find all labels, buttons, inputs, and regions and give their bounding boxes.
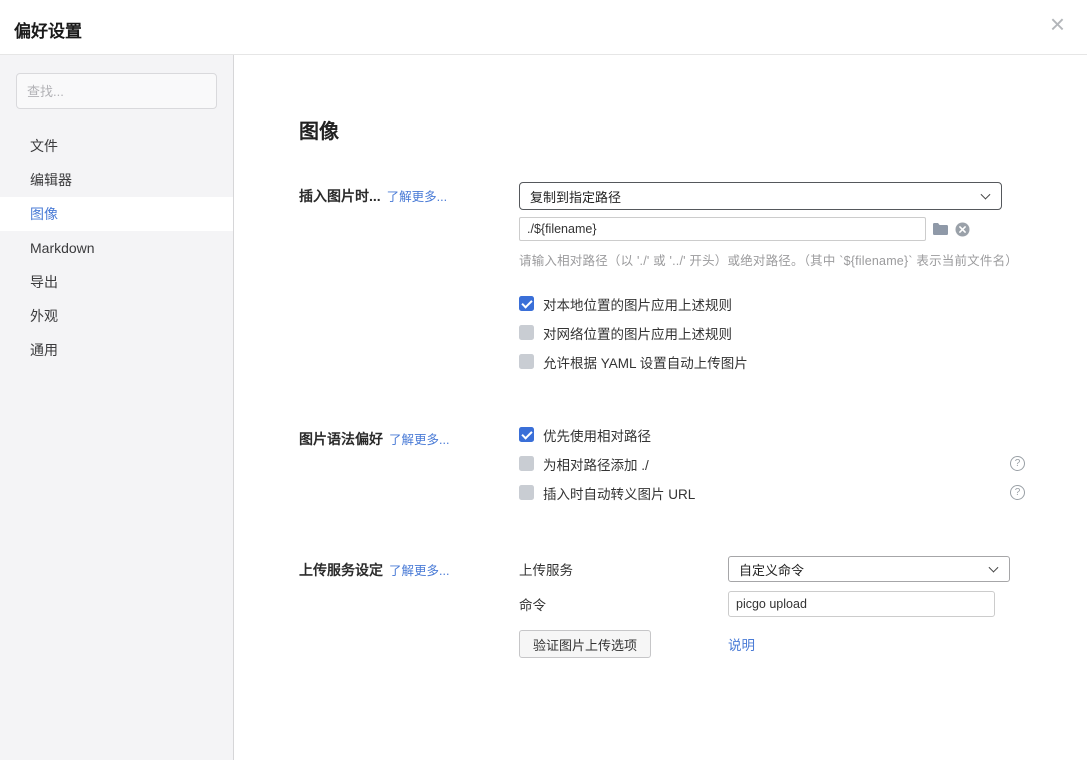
section-upload-label: 上传服务设定	[299, 560, 383, 580]
checkbox-row-apply-local[interactable]: 对本地位置的图片应用上述规则	[519, 294, 1025, 313]
command-field-label: 命令	[519, 594, 728, 614]
sidebar-item-general[interactable]: 通用	[0, 333, 233, 367]
checkbox-escape-url[interactable]	[519, 485, 534, 500]
sidebar-item-files[interactable]: 文件	[0, 129, 233, 163]
help-icon[interactable]: ?	[1010, 456, 1025, 471]
command-input[interactable]	[728, 591, 995, 617]
section-upload-service: 上传服务设定 了解更多... 上传服务 自定义命令 命令	[299, 556, 1087, 667]
learn-more-link-upload[interactable]: 了解更多...	[389, 560, 449, 579]
sidebar-item-editor[interactable]: 编辑器	[0, 163, 233, 197]
sidebar-item-markdown[interactable]: Markdown	[0, 231, 233, 265]
section-insert-label: 插入图片时...	[299, 186, 381, 206]
checkbox-row-apply-online[interactable]: 对网络位置的图片应用上述规则	[519, 323, 1025, 342]
chevron-down-icon	[981, 190, 991, 200]
checkbox-row-add-dot-slash[interactable]: 为相对路径添加 ./ ?	[519, 454, 1025, 473]
checkbox-prefer-relative[interactable]	[519, 427, 534, 442]
sidebar-item-appearance[interactable]: 外观	[0, 299, 233, 333]
dialog-header: 偏好设置 ×	[0, 0, 1087, 55]
checkbox-yaml-upload[interactable]	[519, 354, 534, 369]
checkbox-label: 对本地位置的图片应用上述规则	[543, 294, 732, 314]
chevron-down-icon	[989, 563, 999, 573]
dialog-title: 偏好设置	[14, 17, 82, 42]
insert-action-select[interactable]: 复制到指定路径	[519, 182, 1002, 210]
copy-path-input[interactable]	[519, 217, 926, 241]
section-image-syntax: 图片语法偏好 了解更多... 优先使用相对路径 为相对路径添加 ./ ? 插入时…	[299, 425, 1087, 512]
clear-path-icon[interactable]	[955, 222, 970, 237]
sidebar-item-export[interactable]: 导出	[0, 265, 233, 299]
insert-action-select-value: 复制到指定路径	[530, 187, 621, 206]
upload-service-field-label: 上传服务	[519, 559, 728, 579]
insert-checkbox-group: 对本地位置的图片应用上述规则 对网络位置的图片应用上述规则 允许根据 YAML …	[519, 294, 1025, 371]
checkbox-row-yaml-upload[interactable]: 允许根据 YAML 设置自动上传图片	[519, 352, 1025, 371]
checkbox-apply-online[interactable]	[519, 325, 534, 340]
checkbox-row-prefer-relative[interactable]: 优先使用相对路径	[519, 425, 1025, 444]
learn-more-link-insert[interactable]: 了解更多...	[387, 186, 447, 205]
section-insert-image: 插入图片时... 了解更多... 复制到指定路径	[299, 182, 1087, 381]
upload-doc-link[interactable]: 说明	[728, 634, 755, 654]
checkbox-label: 允许根据 YAML 设置自动上传图片	[543, 352, 748, 372]
section-syntax-label: 图片语法偏好	[299, 429, 383, 449]
close-icon[interactable]: ×	[1050, 11, 1065, 37]
checkbox-label: 插入时自动转义图片 URL	[543, 483, 695, 503]
checkbox-apply-local[interactable]	[519, 296, 534, 311]
folder-browse-icon[interactable]	[932, 222, 949, 236]
checkbox-label: 对网络位置的图片应用上述规则	[543, 323, 732, 343]
upload-service-select[interactable]: 自定义命令	[728, 556, 1010, 582]
checkbox-label: 为相对路径添加 ./	[543, 454, 649, 474]
settings-main-panel: 图像 插入图片时... 了解更多... 复制到指定路径	[234, 55, 1087, 760]
checkbox-add-dot-slash[interactable]	[519, 456, 534, 471]
checkbox-label: 优先使用相对路径	[543, 425, 651, 445]
upload-service-select-value: 自定义命令	[739, 560, 804, 579]
sidebar-item-image[interactable]: 图像	[0, 197, 233, 231]
path-hint-text: 请输入相对路径（以 './' 或 '../' 开头）或绝对路径。（其中 `${f…	[519, 250, 1025, 269]
validate-upload-button[interactable]: 验证图片上传选项	[519, 630, 651, 658]
page-title: 图像	[299, 115, 1087, 144]
sidebar-nav: 文件 编辑器 图像 Markdown 导出 外观 通用	[0, 129, 233, 367]
learn-more-link-syntax[interactable]: 了解更多...	[389, 429, 449, 448]
checkbox-row-escape-url[interactable]: 插入时自动转义图片 URL ?	[519, 483, 1025, 502]
settings-sidebar: 文件 编辑器 图像 Markdown 导出 外观 通用	[0, 55, 234, 760]
help-icon[interactable]: ?	[1010, 485, 1025, 500]
search-input[interactable]	[16, 73, 217, 109]
